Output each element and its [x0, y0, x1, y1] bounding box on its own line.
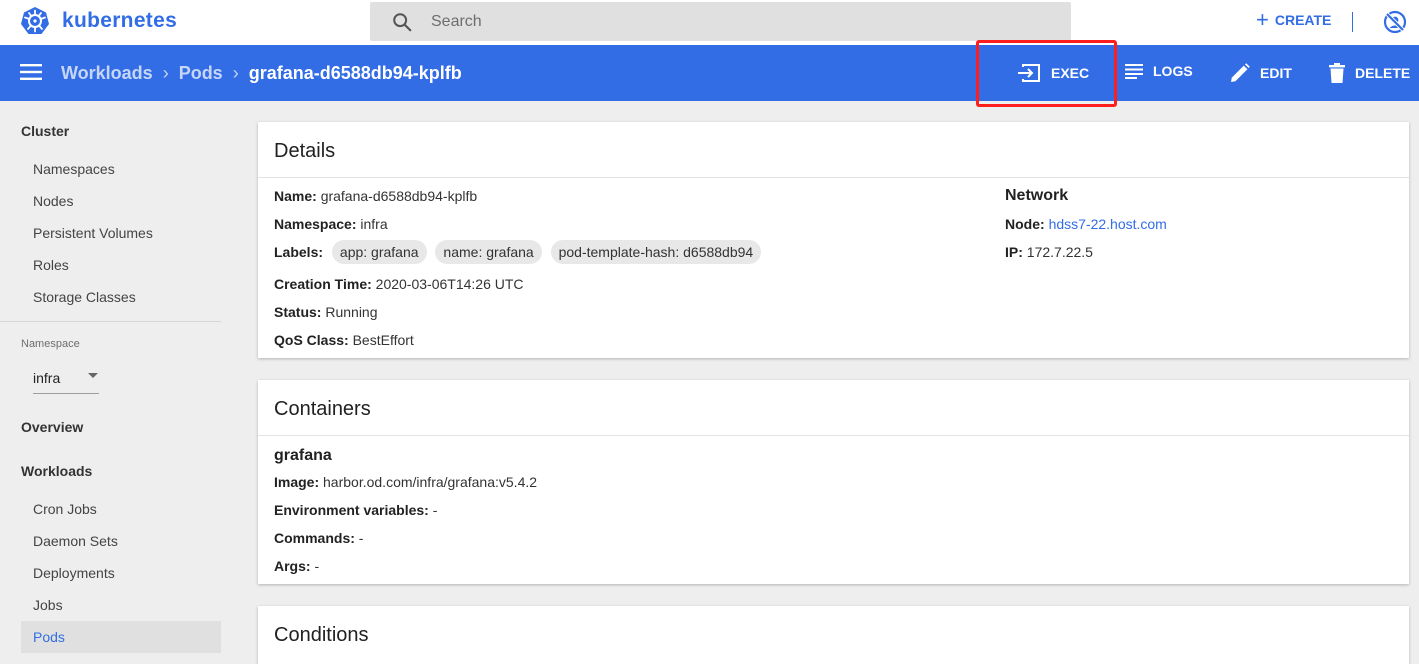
- env-value: -: [432, 502, 438, 518]
- detail-namespace: Namespace: infra: [274, 216, 388, 232]
- label-chip: pod-template-hash: d6588db94: [550, 240, 762, 264]
- status-value: Running: [325, 304, 378, 320]
- sidebar-item-deployments[interactable]: Deployments: [33, 565, 115, 581]
- menu-icon[interactable]: [20, 63, 42, 81]
- image-label: Image:: [274, 474, 320, 490]
- detail-ip: IP: 172.7.22.5: [1005, 244, 1093, 260]
- sidebar-item-cron-jobs[interactable]: Cron Jobs: [33, 501, 97, 517]
- sidebar-item-storage-classes[interactable]: Storage Classes: [33, 289, 136, 305]
- container-image: Image: harbor.od.com/infra/grafana:v5.4.…: [274, 474, 537, 490]
- sidebar-item-overview[interactable]: Overview: [21, 419, 83, 435]
- trash-icon: [1329, 63, 1345, 83]
- breadcrumb: Workloads › Pods › grafana-d6588db94-kpl…: [61, 63, 462, 84]
- user-off-icon[interactable]: [1383, 10, 1407, 34]
- network-heading: Network: [1005, 187, 1069, 204]
- conditions-title: Conditions: [274, 624, 369, 646]
- creation-time-label: Creation Time:: [274, 276, 372, 292]
- detail-status: Status: Running: [274, 304, 378, 320]
- chevron-right-icon: ›: [162, 63, 169, 83]
- detail-name: Name: grafana-d6588db94-kplfb: [274, 188, 477, 204]
- delete-button[interactable]: DELETE: [1329, 63, 1410, 83]
- namespace-select[interactable]: infra: [33, 366, 99, 394]
- conditions-card: Conditions: [258, 606, 1409, 664]
- sidebar-item-jobs[interactable]: Jobs: [33, 597, 63, 613]
- breadcrumb-workloads[interactable]: Workloads: [61, 63, 153, 84]
- sidebar-item-pods[interactable]: Pods: [33, 629, 65, 645]
- container-env: Environment variables: -: [274, 502, 437, 518]
- search-icon: [393, 13, 412, 32]
- sidebar-item-namespaces[interactable]: Namespaces: [33, 161, 115, 177]
- ip-label: IP:: [1005, 244, 1023, 260]
- create-label: CREATE: [1274, 12, 1332, 28]
- chevron-right-icon: ›: [232, 63, 239, 83]
- creation-time-value: 2020-03-06T14:26 UTC: [375, 276, 524, 292]
- ip-value: 172.7.22.5: [1026, 244, 1093, 260]
- label-chip: name: grafana: [435, 240, 542, 264]
- detail-node: Node: hdss7-22.host.com: [1005, 216, 1167, 232]
- header-divider: [1352, 12, 1353, 32]
- brand-name[interactable]: kubernetes: [62, 9, 177, 33]
- kubernetes-logo-icon[interactable]: [20, 6, 50, 36]
- action-bar: Workloads › Pods › grafana-d6588db94-kpl…: [0, 45, 1419, 101]
- detail-qos: QoS Class: BestEffort: [274, 332, 414, 348]
- sidebar-heading-workloads[interactable]: Workloads: [21, 463, 92, 479]
- sidebar-heading-cluster[interactable]: Cluster: [21, 123, 69, 139]
- dropdown-arrow-icon: [88, 373, 98, 378]
- name-value: grafana-d6588db94-kplfb: [320, 188, 478, 204]
- delete-label: DELETE: [1355, 65, 1411, 81]
- env-label: Environment variables:: [274, 502, 429, 518]
- sidebar-divider: [0, 321, 221, 322]
- sidebar-item-nodes[interactable]: Nodes: [33, 193, 73, 209]
- create-button[interactable]: + CREATE: [1256, 7, 1332, 32]
- edit-label: EDIT: [1260, 65, 1292, 81]
- namespace-field-label: Namespace:: [274, 216, 357, 232]
- qos-label: QoS Class:: [274, 332, 349, 348]
- detail-creation-time: Creation Time: 2020-03-06T14:26 UTC: [274, 276, 524, 292]
- status-label: Status:: [274, 304, 322, 320]
- logs-button[interactable]: LOGS: [1125, 63, 1193, 79]
- commands-value: -: [358, 530, 364, 546]
- exec-highlight-box: [976, 40, 1117, 107]
- args-label: Args:: [274, 558, 311, 574]
- logs-icon: [1125, 64, 1143, 79]
- node-link[interactable]: hdss7-22.host.com: [1049, 216, 1167, 232]
- card-divider: [258, 177, 1409, 178]
- label-chip: app: grafana: [331, 240, 427, 264]
- containers-title: Containers: [274, 398, 371, 420]
- logs-label: LOGS: [1153, 63, 1193, 79]
- pencil-icon: [1231, 63, 1250, 82]
- details-card: Details Name: grafana-d6588db94-kplfb Na…: [258, 122, 1409, 358]
- image-value: harbor.od.com/infra/grafana:v5.4.2: [323, 474, 538, 490]
- top-header: kubernetes + CREATE: [0, 0, 1419, 45]
- search-bar[interactable]: [370, 2, 1071, 41]
- sidebar-item-persistent-volumes[interactable]: Persistent Volumes: [33, 225, 153, 241]
- qos-value: BestEffort: [352, 332, 414, 348]
- details-title: Details: [274, 140, 336, 162]
- namespace-value: infra: [33, 370, 61, 386]
- breadcrumb-pods[interactable]: Pods: [179, 63, 223, 84]
- container-commands: Commands: -: [274, 530, 363, 546]
- sidebar-item-roles[interactable]: Roles: [33, 257, 69, 273]
- card-divider: [258, 435, 1409, 436]
- edit-button[interactable]: EDIT: [1230, 63, 1292, 83]
- args-value: -: [314, 558, 320, 574]
- plus-icon: +: [1256, 7, 1269, 32]
- container-name: grafana: [274, 447, 332, 464]
- namespace-field-value: infra: [360, 216, 388, 232]
- search-input[interactable]: [431, 10, 1031, 34]
- breadcrumb-current: grafana-d6588db94-kplfb: [248, 63, 462, 83]
- sidebar-nav: Cluster Namespaces Nodes Persistent Volu…: [0, 101, 240, 664]
- container-args: Args: -: [274, 558, 319, 574]
- name-label: Name:: [274, 188, 317, 204]
- containers-card: Containers grafana Image: harbor.od.com/…: [258, 380, 1409, 584]
- sidebar-item-daemon-sets[interactable]: Daemon Sets: [33, 533, 118, 549]
- namespace-label: Namespace: [21, 338, 80, 350]
- detail-labels: Labels: app: grafana name: grafana pod-t…: [274, 240, 762, 264]
- commands-label: Commands:: [274, 530, 355, 546]
- node-label: Node:: [1005, 216, 1045, 232]
- labels-label: Labels:: [274, 244, 324, 260]
